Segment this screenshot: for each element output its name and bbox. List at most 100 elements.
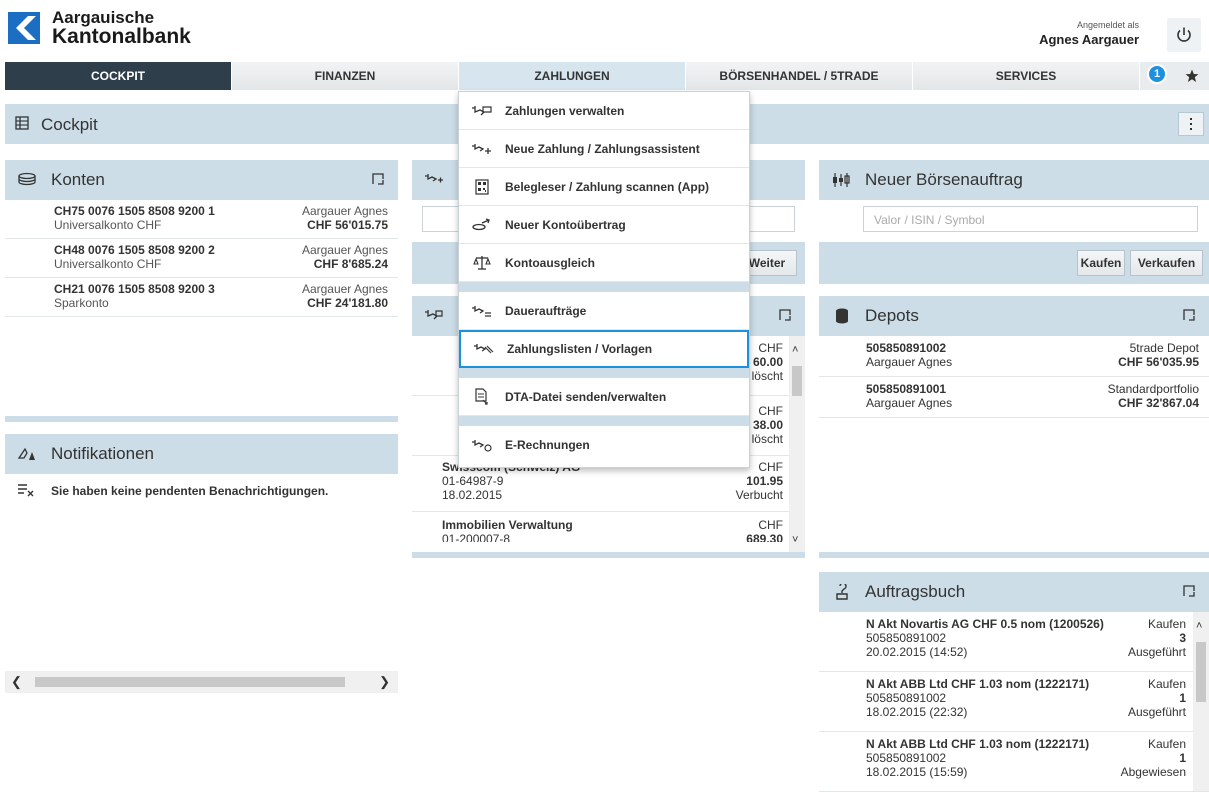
coins-icon bbox=[17, 172, 37, 189]
depots-panel-header: Depots bbox=[819, 296, 1209, 336]
notification-badge[interactable]: 1 bbox=[1147, 64, 1167, 84]
login-label: Angemeldet als bbox=[1076, 20, 1139, 30]
boersenauftrag-panel-header: Neuer Börsenauftrag bbox=[819, 160, 1209, 200]
order-status: Abgewiesen bbox=[1120, 765, 1186, 779]
scrollbar-thumb[interactable] bbox=[792, 366, 802, 396]
menu-item-label: Neue Zahlung / Zahlungsassistent bbox=[505, 141, 700, 156]
auftragsbuch-panel-header: Auftragsbuch bbox=[819, 572, 1209, 612]
nav-services[interactable]: SERVICES bbox=[913, 62, 1140, 90]
expand-panel-icon[interactable] bbox=[1181, 307, 1197, 326]
hand-plus-icon bbox=[424, 172, 444, 189]
menu-item-zahlungslisten[interactable]: Zahlungslisten / Vorlagen bbox=[459, 330, 749, 368]
scrollbar-thumb[interactable] bbox=[1196, 642, 1206, 702]
account-balance: CHF 56'015.75 bbox=[307, 218, 388, 232]
expand-panel-icon[interactable] bbox=[1181, 583, 1197, 602]
scroll-up-arrow-icon[interactable]: ˄ bbox=[1196, 620, 1202, 632]
no-notifications-icon bbox=[17, 483, 35, 500]
menu-item-e-rechnungen[interactable]: E-Rechnungen bbox=[459, 426, 749, 464]
scroll-right-arrow-icon[interactable]: ❯ bbox=[379, 674, 390, 690]
bank-logo-icon[interactable] bbox=[8, 12, 40, 44]
power-icon bbox=[1177, 27, 1191, 42]
kaufen-button[interactable]: Kaufen bbox=[1077, 250, 1125, 276]
payment-account: 01-200007-8 bbox=[442, 532, 511, 542]
vertical-scrollbar[interactable]: ˄ ˅ bbox=[789, 336, 805, 552]
menu-item-dauerauftraege[interactable]: Daueraufträge bbox=[459, 292, 749, 330]
expand-panel-icon[interactable] bbox=[370, 171, 386, 190]
payment-status: löscht bbox=[751, 432, 783, 446]
depot-type: 5trade Depot bbox=[1129, 341, 1199, 355]
depot-row[interactable]: 505850891002 Aargauer Agnes 5trade Depot… bbox=[819, 336, 1209, 377]
notifikationen-panel-header: Notifikationen bbox=[5, 434, 398, 474]
bank-logo-text[interactable]: Aargauische Kantonalbank bbox=[52, 8, 191, 48]
cockpit-menu-button[interactable] bbox=[1178, 112, 1204, 136]
transfer-icon bbox=[471, 217, 493, 232]
favorites-star-icon[interactable] bbox=[1181, 65, 1203, 87]
payment-currency: CHF bbox=[758, 404, 783, 418]
nav-cockpit[interactable]: COCKPIT bbox=[5, 62, 232, 90]
menu-item-label: E-Rechnungen bbox=[505, 438, 590, 452]
notification-empty-message: Sie haben keine pendenten Benachrichtigu… bbox=[5, 474, 398, 498]
account-row[interactable]: CH48 0076 1505 8508 9200 2 Universalkont… bbox=[5, 239, 398, 278]
account-row[interactable]: CH21 0076 1505 8508 9200 3 Sparkonto Aar… bbox=[5, 278, 398, 317]
login-info: Angemeldet als Agnes Aargauer bbox=[1039, 20, 1139, 47]
scrollbar-thumb[interactable] bbox=[35, 677, 345, 687]
scroll-up-arrow-icon[interactable]: ˄ bbox=[792, 344, 798, 356]
hand-money-icon bbox=[424, 308, 444, 325]
vertical-dots-icon bbox=[1190, 118, 1192, 130]
header: Aargauische Kantonalbank Angemeldet als … bbox=[0, 0, 1209, 60]
security-search-input[interactable]: Valor / ISIN / Symbol bbox=[863, 206, 1198, 232]
order-action: Kaufen bbox=[1147, 617, 1186, 631]
nav-finanzen[interactable]: FINANZEN bbox=[232, 62, 459, 90]
depot-value: CHF 32'867.04 bbox=[1118, 396, 1199, 410]
order-qty: 3 bbox=[1179, 631, 1186, 645]
e-bill-icon bbox=[471, 438, 493, 452]
recurring-payment-icon bbox=[471, 304, 493, 318]
hand-money-icon bbox=[471, 104, 493, 118]
menu-item-neue-zahlung[interactable]: Neue Zahlung / Zahlungsassistent bbox=[459, 130, 749, 168]
cockpit-grid-icon bbox=[15, 116, 29, 133]
payment-status: Verbucht bbox=[735, 488, 783, 502]
auftragsbuch-panel: Auftragsbuch N Akt Novartis AG CHF 0.5 n… bbox=[819, 572, 1209, 792]
nav-zahlungen[interactable]: ZAHLUNGEN bbox=[459, 62, 686, 90]
order-row[interactable]: N Akt Novartis AG CHF 0.5 nom (1200526) … bbox=[819, 612, 1209, 672]
order-book-icon bbox=[835, 582, 849, 603]
menu-item-label: DTA-Datei senden/verwalten bbox=[505, 389, 667, 404]
qr-scan-icon bbox=[471, 178, 493, 195]
menu-item-belegleser[interactable]: Belegleser / Zahlung scannen (App) bbox=[459, 168, 749, 206]
expand-panel-icon[interactable] bbox=[777, 307, 793, 326]
vertical-scrollbar[interactable]: ˄ bbox=[1193, 612, 1209, 791]
depot-type: Standardportfolio bbox=[1107, 382, 1199, 396]
scroll-down-arrow-icon[interactable]: ˅ bbox=[792, 534, 798, 546]
main-navigation: COCKPIT FINANZEN ZAHLUNGEN BÖRSENHANDEL … bbox=[5, 62, 1209, 90]
menu-item-kontouebertrag[interactable]: Neuer Kontoübertrag bbox=[459, 206, 749, 244]
order-action: Kaufen bbox=[1147, 677, 1186, 691]
order-status: Ausgeführt bbox=[1127, 645, 1186, 659]
logo-line-2: Kantonalbank bbox=[52, 25, 191, 48]
horizontal-scrollbar[interactable]: ❮ ❯ bbox=[5, 671, 398, 693]
depot-value: CHF 56'035.95 bbox=[1118, 355, 1199, 369]
order-qty: 1 bbox=[1179, 751, 1186, 765]
menu-item-dta-datei[interactable]: DTA-Datei senden/verwalten bbox=[459, 378, 749, 416]
konten-panel: Konten CH75 0076 1505 8508 9200 1 Univer… bbox=[5, 160, 398, 422]
scroll-left-arrow-icon[interactable]: ❮ bbox=[11, 674, 22, 690]
account-owner: Aargauer Agnes bbox=[301, 282, 388, 296]
menu-item-label: Daueraufträge bbox=[505, 303, 587, 318]
verkaufen-button[interactable]: Verkaufen bbox=[1130, 250, 1203, 276]
payment-amount: 60.00 bbox=[752, 355, 783, 369]
logout-button[interactable] bbox=[1167, 18, 1201, 52]
notifikationen-title: Notifikationen bbox=[51, 444, 155, 463]
menu-item-label: Zahlungslisten / Vorlagen bbox=[507, 342, 653, 356]
depot-row[interactable]: 505850891001 Aargauer Agnes Standardport… bbox=[819, 377, 1209, 418]
order-row[interactable]: N Akt ABB Ltd CHF 1.03 nom (1222171) 505… bbox=[819, 732, 1209, 792]
candlestick-icon bbox=[831, 172, 851, 191]
menu-item-kontoausgleich[interactable]: Kontoausgleich bbox=[459, 244, 749, 282]
account-row[interactable]: CH75 0076 1505 8508 9200 1 Universalkont… bbox=[5, 200, 398, 239]
konten-title: Konten bbox=[51, 170, 105, 189]
payment-currency: CHF bbox=[758, 341, 783, 355]
menu-item-zahlungen-verwalten[interactable]: Zahlungen verwalten bbox=[459, 92, 749, 130]
nav-boersenhandel[interactable]: BÖRSENHANDEL / 5TRADE bbox=[686, 62, 913, 90]
order-row[interactable]: N Akt ABB Ltd CHF 1.03 nom (1222171) 505… bbox=[819, 672, 1209, 732]
file-send-icon bbox=[471, 387, 493, 406]
boersenauftrag-title: Neuer Börsenauftrag bbox=[865, 170, 1023, 189]
payment-row[interactable]: Immobilien Verwaltung 01-200007-8 CHF 68… bbox=[412, 512, 805, 542]
